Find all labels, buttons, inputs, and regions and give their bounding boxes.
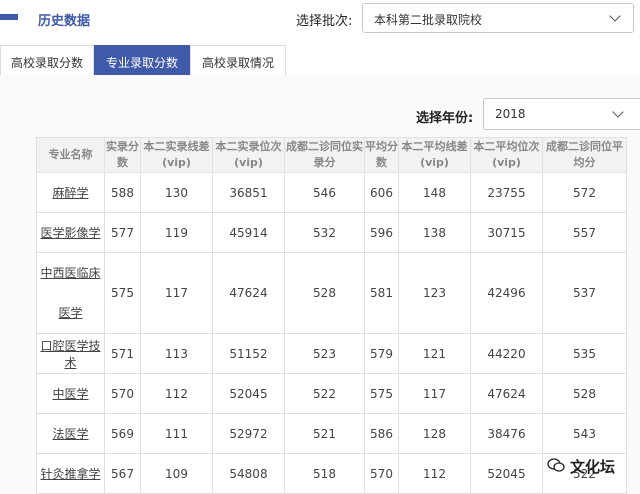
major-name-link[interactable]: 针灸推拿学 (36, 453, 105, 494)
table-cell: 586 (364, 413, 399, 454)
major-scores-table: 专业名称 实录分数 本二实录线差(vip) 本二实录位次(vip) 成都二诊同位… (36, 137, 627, 494)
table-row: 中医学 570 112 52045 522 575 117 47624 528 (36, 373, 627, 414)
col-header-chengdu-average: 成都二诊同位平均分 (542, 137, 627, 173)
table-cell: 569 (104, 413, 141, 454)
table-cell: 572 (542, 172, 627, 213)
table-cell: 119 (140, 212, 213, 253)
table-cell: 52972 (212, 413, 285, 454)
table-row: 中西医临床医学 575 117 47624 528 581 123 42496 537 (36, 252, 627, 334)
table-cell: 117 (398, 373, 471, 414)
col-header-average-rank: 本二平均位次(vip) (470, 137, 543, 173)
table-cell: 522 (284, 373, 365, 414)
table-cell: 148 (398, 172, 471, 213)
col-header-actual-score: 实录分数 (104, 137, 141, 173)
tab-school-scores[interactable]: 高校录取分数 (0, 45, 94, 75)
table-cell: 588 (104, 172, 141, 213)
table-row: 麻醉学 588 130 36851 546 606 148 23755 572 (36, 172, 627, 213)
table-cell: 543 (542, 413, 627, 454)
table-cell: 128 (398, 413, 471, 454)
table-cell: 123 (398, 252, 471, 334)
major-name-link[interactable]: 中西医临床医学 (36, 252, 105, 334)
major-name-link[interactable]: 麻醉学 (36, 172, 105, 213)
table-cell: 575 (364, 373, 399, 414)
tab-school-admissions[interactable]: 高校录取情况 (190, 45, 286, 75)
table-cell: 596 (364, 212, 399, 253)
tab-bar: 高校录取分数 专业录取分数 高校录取情况 (0, 45, 640, 76)
table-cell: 581 (364, 252, 399, 334)
table-cell: 51152 (212, 333, 285, 374)
table-cell: 138 (398, 212, 471, 253)
table-cell: 42496 (470, 252, 543, 334)
table-cell: 532 (284, 212, 365, 253)
table-cell: 575 (104, 252, 141, 334)
col-header-actual-line-diff: 本二实录线差(vip) (140, 137, 213, 173)
chevron-down-icon (609, 10, 621, 22)
major-name-link[interactable]: 中医学 (36, 373, 105, 414)
tab-major-scores[interactable]: 专业录取分数 (94, 45, 190, 75)
table-header-row: 专业名称 实录分数 本二实录线差(vip) 本二实录位次(vip) 成都二诊同位… (36, 137, 627, 173)
chevron-down-icon (612, 106, 624, 118)
table-cell: 579 (364, 333, 399, 374)
table-cell: 570 (364, 453, 399, 494)
col-header-major-name: 专业名称 (36, 137, 105, 173)
table-cell: 44220 (470, 333, 543, 374)
table-cell: 523 (284, 333, 365, 374)
table-cell: 54808 (212, 453, 285, 494)
major-name-link[interactable]: 口腔医学技术 (36, 333, 105, 374)
table-cell: 567 (104, 453, 141, 494)
table-cell: 546 (284, 172, 365, 213)
year-select-value: 2018 (495, 107, 526, 121)
table-cell: 117 (140, 252, 213, 334)
table-cell: 38476 (470, 413, 543, 454)
table-cell: 130 (140, 172, 213, 213)
table-cell: 30715 (470, 212, 543, 253)
table-cell: 535 (542, 333, 627, 374)
batch-select-value: 本科第二批录取院校 (374, 13, 483, 27)
batch-label: 选择批次: (296, 14, 353, 29)
table-cell: 52045 (212, 373, 285, 414)
batch-select[interactable]: 本科第二批录取院校 (362, 3, 634, 33)
table-cell: 577 (104, 212, 141, 253)
table-cell: 521 (284, 413, 365, 454)
col-header-actual-rank: 本二实录位次(vip) (212, 137, 285, 173)
year-label: 选择年份: (416, 111, 474, 126)
table-cell: 47624 (470, 373, 543, 414)
table-cell: 109 (140, 453, 213, 494)
table-cell: 52045 (470, 453, 543, 494)
table-cell: 113 (140, 333, 213, 374)
table-cell: 111 (140, 413, 213, 454)
table-cell: 606 (364, 172, 399, 213)
col-header-average-score: 平均分数 (364, 137, 399, 173)
table-cell: 121 (398, 333, 471, 374)
col-header-chengdu-actual: 成都二诊同位实录分 (284, 137, 365, 173)
table-cell: 45914 (212, 212, 285, 253)
col-header-average-line-diff: 本二平均线差(vip) (398, 137, 471, 173)
table-cell: 36851 (212, 172, 285, 213)
table-cell: 112 (398, 453, 471, 494)
watermark-text: 文化坛 (570, 458, 616, 476)
header-accent-bar (0, 14, 18, 20)
table-cell: 570 (104, 373, 141, 414)
table-cell: 518 (284, 453, 365, 494)
table-row: 口腔医学技术 571 113 51152 523 579 121 44220 535 (36, 333, 627, 374)
table-cell: 537 (542, 252, 627, 334)
table-row: 医学影像学 577 119 45914 532 596 138 30715 557 (36, 212, 627, 253)
table-row: 针灸推拿学 567 109 54808 518 570 112 52045 522 (36, 453, 627, 494)
table-row: 法医学 569 111 52972 521 586 128 38476 543 (36, 413, 627, 454)
major-name-link[interactable]: 法医学 (36, 413, 105, 454)
table-cell: 557 (542, 212, 627, 253)
major-name-link[interactable]: 医学影像学 (36, 212, 105, 253)
year-select[interactable]: 2018 (483, 98, 640, 130)
table-cell: 112 (140, 373, 213, 414)
table-cell: 528 (284, 252, 365, 334)
wechat-icon (547, 458, 565, 472)
table-cell: 571 (104, 333, 141, 374)
table-cell: 47624 (212, 252, 285, 334)
page-title: 历史数据 (38, 14, 91, 29)
table-cell: 23755 (470, 172, 543, 213)
table-cell: 528 (542, 373, 627, 414)
